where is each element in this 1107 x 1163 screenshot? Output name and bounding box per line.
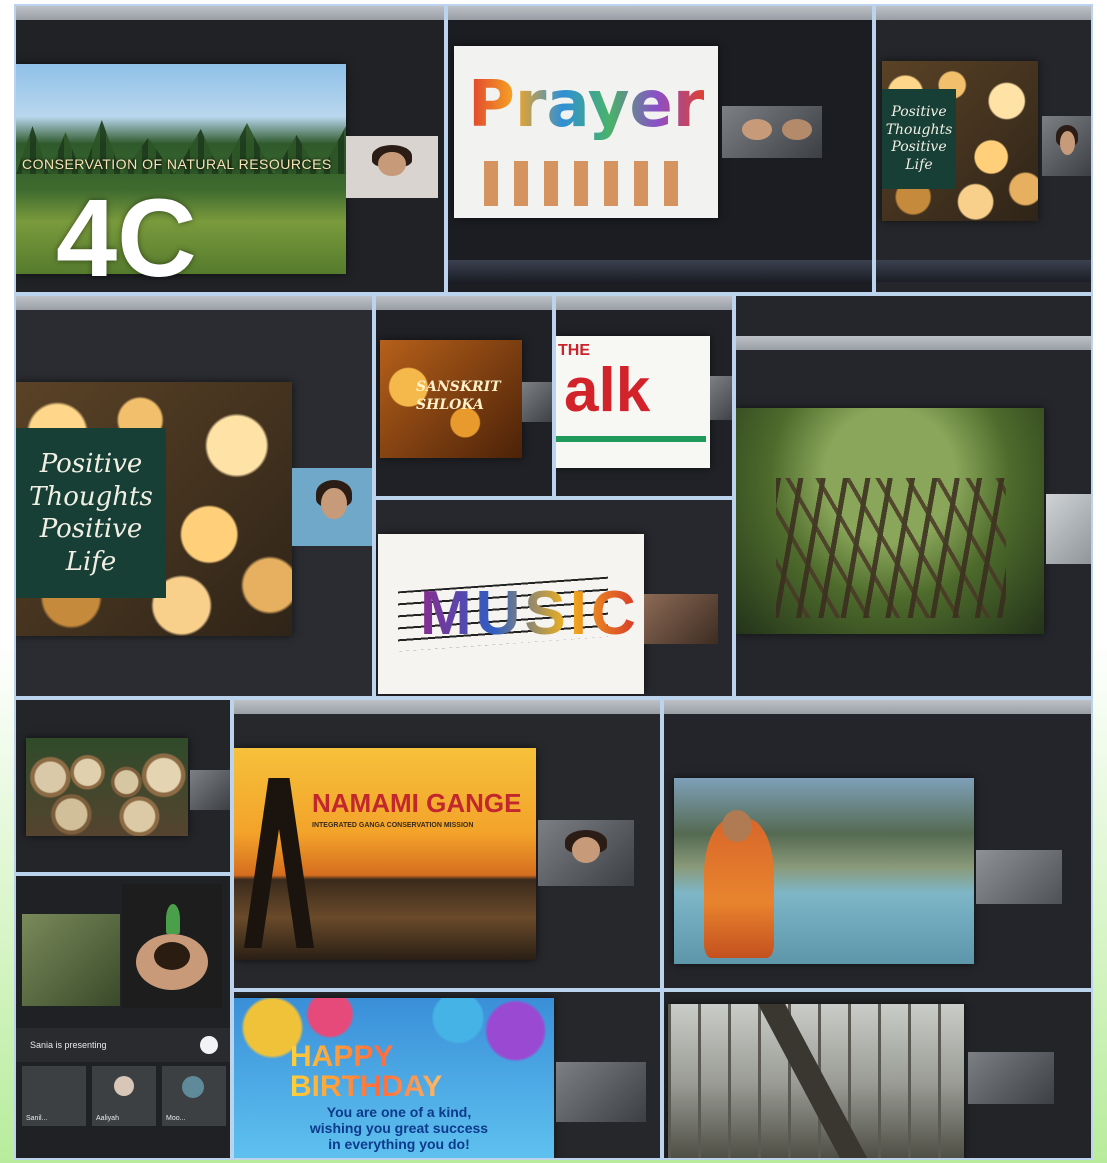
webcam-tile (710, 376, 732, 420)
photo-banyan (734, 294, 1093, 698)
webcam-tile (292, 468, 372, 546)
avatar (182, 1076, 204, 1098)
webcam-tile (522, 382, 552, 422)
browser-chrome (376, 296, 552, 310)
music-word: MUSIC (420, 579, 640, 648)
taskbar (448, 260, 872, 282)
meet-presenting-bar: Sania is presenting (16, 1028, 230, 1062)
webcam-tile (190, 770, 230, 810)
photo-positive-large: Positive Thoughts Positive Life (14, 294, 374, 698)
avatar (114, 1076, 134, 1096)
webcam-tile (556, 1062, 646, 1122)
photo-talk: THE alk (554, 294, 734, 498)
meet-photo-students (22, 914, 120, 1006)
photo-music: MUSIC (374, 498, 734, 698)
positive-small-board: Positive Thoughts Positive Life (882, 89, 956, 189)
slide-river (674, 778, 974, 964)
conservation-title: CONSERVATION OF NATURAL RESOURCES (22, 156, 332, 172)
slide-namami: NAMAMI GANGE INTEGRATED GANGA CONSERVATI… (234, 748, 536, 960)
webcam-tile (968, 1052, 1054, 1104)
browser-chrome (234, 700, 660, 714)
photo-logs (14, 698, 232, 874)
webcam-tile (644, 594, 718, 644)
photo-meet: Sania is presenting Sanil... Aaliyah Moo… (14, 874, 232, 1160)
birthday-title: HAPPY BIRTHDAY (290, 1042, 470, 1102)
browser-chrome (664, 700, 1091, 714)
photo-prayer: Prayer (446, 4, 874, 294)
slide-birthday: HAPPY BIRTHDAY You are one of a kind, wi… (234, 998, 554, 1158)
webcam-tile (722, 106, 822, 158)
taskbar (876, 260, 1091, 282)
slide-prayer: Prayer (454, 46, 718, 218)
slide-positive-small: Positive Thoughts Positive Life (882, 61, 1038, 221)
photo-conservation: CONSERVATION OF NATURAL RESOURCES 4C (14, 4, 446, 294)
sanskrit-title: SANSKRIT SHLOKA (416, 379, 501, 414)
photo-fallen-trees (662, 990, 1093, 1160)
prayer-title: Prayer (468, 68, 705, 142)
presenting-label: Sania is presenting (30, 1040, 107, 1050)
class-label: 4C (56, 177, 197, 294)
slide-banyan (736, 408, 1044, 634)
meet-photo-hands (122, 884, 222, 1008)
positive-large-board: Positive Thoughts Positive Life (16, 428, 166, 598)
participant-tile: Sanil... (22, 1066, 86, 1126)
photo-positive-small: Positive Thoughts Positive Life (874, 4, 1093, 294)
webcam-tile (1046, 494, 1091, 564)
webcam-tile (976, 850, 1062, 904)
talk-word: alk (564, 356, 651, 425)
slide-logs (26, 738, 188, 836)
browser-chrome (16, 6, 444, 20)
photo-sanskrit: SANSKRIT SHLOKA (374, 294, 554, 498)
slide-talk: THE alk (556, 336, 710, 468)
webcam-tile (1042, 116, 1091, 176)
webcam-tile (538, 820, 634, 886)
slide-sanskrit: SANSKRIT SHLOKA (380, 340, 522, 458)
webcam-tile (346, 136, 438, 198)
browser-chrome (736, 336, 1091, 350)
pin-icon[interactable] (200, 1036, 218, 1054)
slide-positive-large: Positive Thoughts Positive Life (16, 382, 292, 636)
photo-river (662, 698, 1093, 990)
participant-tile: Moo... (162, 1066, 226, 1126)
namami-title: NAMAMI GANGE (312, 788, 522, 818)
namami-subtitle: INTEGRATED GANGA CONSERVATION MISSION (312, 822, 474, 829)
browser-chrome (16, 296, 372, 310)
slide-fallen-trees (668, 1004, 964, 1158)
browser-chrome (556, 296, 732, 310)
photo-namami: NAMAMI GANGE INTEGRATED GANGA CONSERVATI… (232, 698, 662, 990)
photo-birthday: HAPPY BIRTHDAY You are one of a kind, wi… (232, 990, 662, 1160)
birthday-message: You are one of a kind, wishing you great… (309, 1104, 489, 1153)
participant-tile: Aaliyah (92, 1066, 156, 1126)
browser-chrome (448, 6, 872, 20)
slide-music: MUSIC (378, 534, 644, 694)
browser-chrome (876, 6, 1091, 20)
